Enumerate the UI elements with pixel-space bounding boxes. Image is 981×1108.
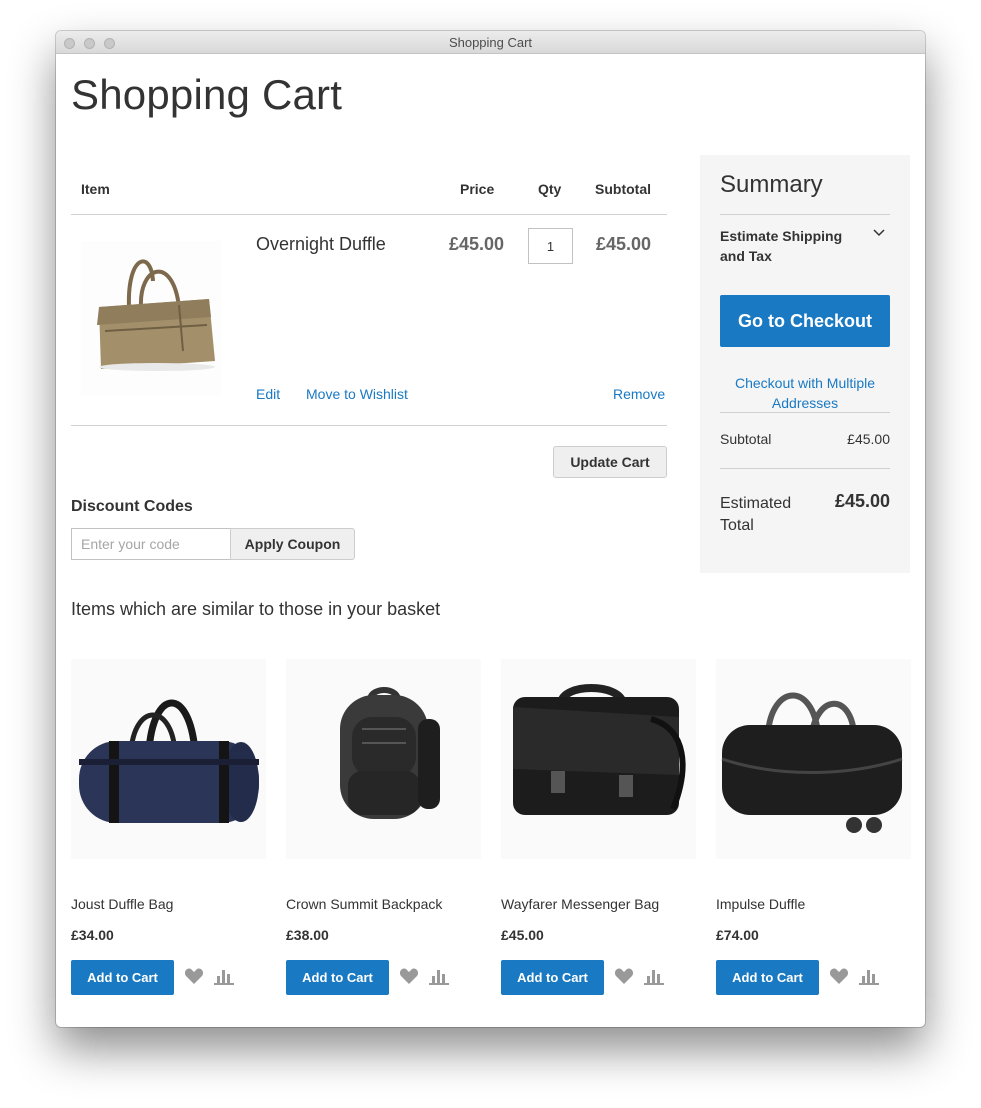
summary-divider (720, 412, 890, 413)
estimated-total-value: £45.00 (834, 491, 890, 511)
window-title: Shopping Cart (448, 35, 533, 50)
estimate-shipping-line2: and Tax (720, 248, 772, 264)
product-card: Wayfarer Messenger Bag £45.00 Add to Car… (501, 659, 696, 1004)
cart-bottom-divider (71, 425, 667, 426)
heart-icon[interactable] (614, 967, 634, 985)
multi-address-line2: Addresses (771, 395, 839, 411)
add-to-cart-button[interactable]: Add to Cart (501, 960, 604, 995)
product-price: £45.00 (501, 927, 544, 943)
product-price: £74.00 (716, 927, 759, 943)
product-price: £34.00 (71, 927, 114, 943)
remove-item-link[interactable]: Remove (613, 386, 665, 402)
product-card: Joust Duffle Bag £34.00 Add to Cart (71, 659, 266, 1004)
product-name[interactable]: Joust Duffle Bag (71, 896, 173, 912)
product-image-wayfarer-messenger-bag[interactable] (501, 659, 696, 859)
estimated-total-label: Estimated Total (720, 493, 791, 537)
update-cart-button[interactable]: Update Cart (553, 446, 667, 478)
apply-coupon-button[interactable]: Apply Coupon (230, 528, 355, 560)
product-image-overnight-duffle[interactable] (81, 241, 221, 396)
estimated-total-line1: Estimated (720, 495, 792, 512)
edit-item-link[interactable]: Edit (256, 386, 280, 402)
product-name[interactable]: Crown Summit Backpack (286, 896, 442, 912)
product-card: Crown Summit Backpack £38.00 Add to Cart (286, 659, 481, 1004)
discount-codes-title: Discount Codes (71, 498, 193, 515)
cart-item-price: £45.00 (449, 234, 505, 254)
multi-address-line1: Checkout with Multiple (734, 375, 876, 391)
similar-items-title: Items which are similar to those in your… (71, 599, 441, 619)
product-name[interactable]: Impulse Duffle (716, 896, 805, 912)
title-bar: Shopping Cart (56, 31, 925, 54)
column-header-item: Item (81, 181, 110, 197)
product-name[interactable]: Wayfarer Messenger Bag (501, 896, 659, 912)
move-to-wishlist-link[interactable]: Move to Wishlist (306, 386, 408, 402)
summary-divider (720, 468, 890, 469)
compare-icon[interactable] (214, 967, 234, 985)
estimate-shipping-line1: Estimate Shipping (720, 228, 843, 244)
estimated-total-line2: Total (720, 517, 754, 534)
checkout-multiple-addresses-link[interactable]: Checkout with Multiple Addresses (720, 373, 890, 413)
heart-icon[interactable] (399, 967, 419, 985)
page-title: Shopping Cart (71, 71, 343, 118)
product-image-crown-summit-backpack[interactable] (286, 659, 481, 859)
table-header-divider (71, 214, 667, 215)
column-header-price: Price (460, 181, 495, 197)
product-card: Impulse Duffle £74.00 Add to Cart (716, 659, 911, 1004)
product-price: £38.00 (286, 927, 329, 943)
summary-divider (720, 214, 890, 215)
cart-item-subtotal: £45.00 (596, 234, 652, 254)
product-image-impulse-duffle[interactable] (716, 659, 911, 859)
compare-icon[interactable] (644, 967, 664, 985)
heart-icon[interactable] (829, 967, 849, 985)
summary-subtotal-label: Subtotal (720, 431, 772, 447)
coupon-code-input[interactable]: Enter your code (71, 528, 230, 560)
summary-subtotal-value: £45.00 (847, 431, 890, 447)
add-to-cart-button[interactable]: Add to Cart (71, 960, 174, 995)
heart-icon[interactable] (184, 967, 204, 985)
estimate-shipping-toggle[interactable]: Estimate Shipping and Tax (720, 226, 842, 266)
qty-input[interactable]: 1 (528, 228, 573, 264)
add-to-cart-button[interactable]: Add to Cart (716, 960, 819, 995)
product-image-joust-duffle-bag[interactable] (71, 659, 266, 859)
chevron-down-icon[interactable] (872, 226, 886, 240)
compare-icon[interactable] (859, 967, 879, 985)
go-to-checkout-button[interactable]: Go to Checkout (720, 295, 890, 347)
browser-window: Shopping Cart Shopping Cart Item Price Q… (56, 31, 925, 1027)
compare-icon[interactable] (429, 967, 449, 985)
column-header-subtotal: Subtotal (595, 181, 651, 197)
column-header-qty: Qty (538, 181, 562, 197)
summary-title: Summary (720, 171, 823, 198)
cart-item-name[interactable]: Overnight Duffle (256, 234, 386, 255)
add-to-cart-button[interactable]: Add to Cart (286, 960, 389, 995)
order-summary: Summary Estimate Shipping and Tax Go to … (700, 155, 910, 573)
